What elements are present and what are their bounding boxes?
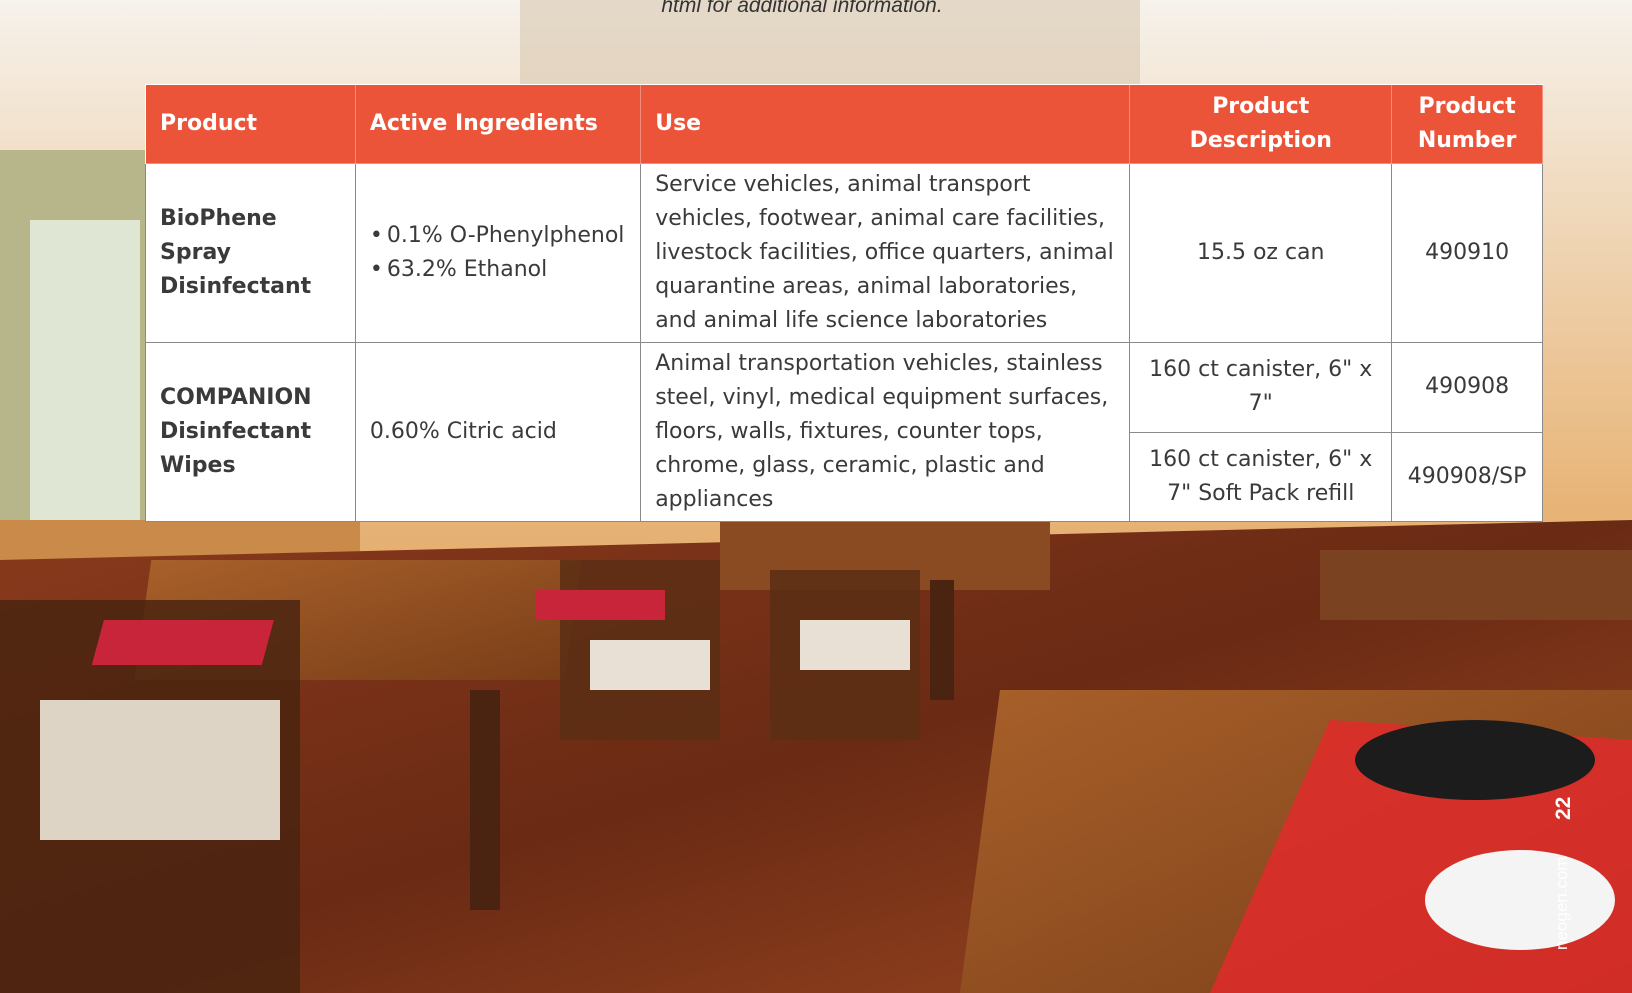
product-number: 490908/SP bbox=[1391, 431, 1543, 522]
header-active-ingredients: Active Ingredients bbox=[354, 84, 642, 164]
products-table: Product Active Ingredients Use Product D… bbox=[145, 84, 1543, 522]
website-link[interactable]: neogen.com bbox=[1552, 856, 1572, 950]
header-product-number: Product Number bbox=[1391, 84, 1543, 164]
product-use: Service vehicles, animal transport vehic… bbox=[640, 163, 1131, 343]
page-number: 22 bbox=[1552, 796, 1575, 820]
table-row: BioPhene Spray Disinfectant 0.1% O-Pheny… bbox=[145, 163, 1543, 343]
product-description: 15.5 oz can bbox=[1129, 163, 1393, 343]
product-number: 490908 bbox=[1391, 342, 1543, 433]
header-product-description: Product Description bbox=[1129, 84, 1393, 164]
product-use: Animal transportation vehicles, stainles… bbox=[640, 342, 1131, 522]
product-description: 160 ct canister, 6" x 7" Soft Pack refil… bbox=[1129, 431, 1393, 522]
table-row: COMPANION Disinfectant Wipes 0.60% Citri… bbox=[145, 342, 1543, 522]
ingredient-item: 0.1% O-Phenylphenol bbox=[370, 219, 626, 253]
active-ingredients: 0.60% Citric acid bbox=[354, 342, 642, 522]
header-product: Product bbox=[145, 84, 356, 164]
active-ingredients: 0.1% O-Phenylphenol 63.2% Ethanol bbox=[354, 163, 642, 343]
header-use: Use bbox=[640, 84, 1131, 164]
table-header-row: Product Active Ingredients Use Product D… bbox=[145, 84, 1543, 164]
product-description: 160 ct canister, 6" x 7" bbox=[1129, 342, 1393, 433]
product-number: 490910 bbox=[1391, 163, 1543, 343]
product-name: COMPANION Disinfectant Wipes bbox=[145, 342, 356, 522]
product-name: BioPhene Spray Disinfectant bbox=[145, 163, 356, 343]
ingredient-item: 63.2% Ethanol bbox=[370, 253, 626, 287]
intro-note: html for additional information. bbox=[661, 0, 943, 17]
